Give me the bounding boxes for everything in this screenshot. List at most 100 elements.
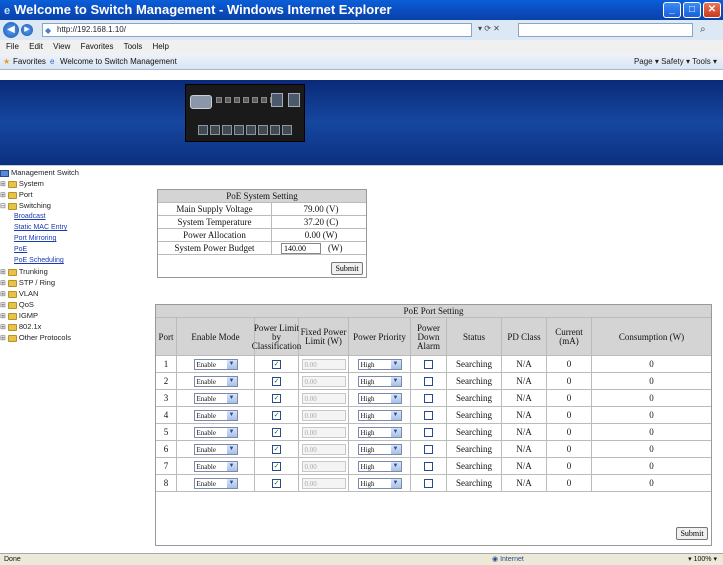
back-button[interactable]: ◀	[3, 22, 19, 38]
power-priority-select[interactable]: High ▼	[357, 477, 402, 489]
power-down-alarm-checkbox[interactable]	[424, 478, 433, 488]
header-consumption: Consumption (W)	[618, 331, 685, 342]
power-down-alarm-checkbox[interactable]	[424, 393, 433, 403]
table-cell: 0	[547, 390, 592, 406]
enable-mode-select[interactable]: Enable ▼	[193, 426, 238, 438]
folder-icon	[7, 191, 17, 199]
browser-tab[interactable]: e Welcome to Switch Management	[48, 54, 177, 70]
power-limit-classification-checkbox[interactable]: ✓	[272, 461, 281, 471]
port-number: 1	[163, 359, 169, 369]
port-status: Searching	[456, 410, 492, 420]
enable-mode-select[interactable]: Enable ▼	[193, 392, 238, 404]
minimize-button[interactable]: _	[663, 2, 681, 18]
close-button[interactable]: ✕	[703, 2, 721, 18]
chevron-down-icon: ▼	[226, 444, 237, 454]
tree-root[interactable]: Management Switch	[0, 167, 79, 178]
favorites-star-icon[interactable]: ★	[3, 54, 10, 70]
system-power-budget-input[interactable]	[281, 243, 321, 254]
search-icon[interactable]: ⌕	[700, 24, 706, 35]
sidebar-link-poe-scheduling[interactable]: PoE Scheduling	[14, 255, 64, 266]
header-power-limit-classification: Power Limit by Classification	[252, 318, 301, 356]
power-allocation-value: 0.00 (W)	[304, 230, 338, 240]
sidebar-item-qos[interactable]: ⊞ QoS	[0, 299, 34, 310]
table-cell: Searching	[447, 475, 502, 491]
power-down-alarm-checkbox[interactable]	[424, 359, 433, 369]
sidebar-item-switching[interactable]: ⊟ Switching	[0, 200, 51, 211]
poe-system-submit-button[interactable]: Submit	[331, 262, 363, 275]
sidebar-link-broadcast[interactable]: Broadcast	[14, 211, 46, 222]
enable-mode-select[interactable]: Enable ▼	[193, 443, 238, 455]
power-limit-classification-checkbox[interactable]: ✓	[272, 393, 281, 403]
sidebar-item-vlan[interactable]: ⊞ VLAN	[0, 288, 38, 299]
sidebar-item-igmp[interactable]: ⊞ IGMP	[0, 310, 38, 321]
fixed-power-limit-input: 0.00	[301, 477, 346, 489]
enable-mode-select[interactable]: Enable ▼	[193, 409, 238, 421]
refresh-stop-icons[interactable]: ▾ ⟳ ✕	[478, 24, 500, 33]
table-cell: ✓	[255, 356, 299, 372]
sidebar-item-trunking[interactable]: ⊞ Trunking	[0, 266, 48, 277]
menu-favorites[interactable]: Favorites	[81, 42, 114, 51]
sidebar-item-other-protocols[interactable]: ⊞ Other Protocols	[0, 332, 71, 343]
sidebar-item-port[interactable]: ⊞ Port	[0, 189, 33, 200]
power-down-alarm-checkbox[interactable]	[424, 444, 433, 454]
chevron-down-icon: ▼	[226, 359, 237, 369]
enable-mode-select[interactable]: Enable ▼	[193, 375, 238, 387]
table-cell: Enable ▼	[177, 356, 255, 372]
power-priority-select[interactable]: High ▼	[357, 409, 402, 421]
power-limit-classification-checkbox[interactable]: ✓	[272, 427, 281, 437]
power-limit-classification-checkbox[interactable]: ✓	[272, 478, 281, 488]
power-priority-select[interactable]: High ▼	[357, 392, 402, 404]
enable-mode-select[interactable]: Enable ▼	[193, 358, 238, 370]
sidebar-link-static-mac[interactable]: Static MAC Entry	[14, 222, 67, 233]
enable-mode-select[interactable]: Enable ▼	[193, 477, 238, 489]
table-cell: Enable ▼	[177, 373, 255, 389]
port-status: Searching	[456, 393, 492, 403]
poe-port-submit-button[interactable]: Submit	[676, 527, 708, 540]
power-priority-select[interactable]: High ▼	[357, 460, 402, 472]
menu-tools[interactable]: Tools	[124, 42, 143, 51]
power-limit-classification-checkbox[interactable]: ✓	[272, 359, 281, 369]
power-priority-select[interactable]: High ▼	[357, 358, 402, 370]
maximize-button[interactable]: □	[683, 2, 701, 18]
power-down-alarm-checkbox[interactable]	[424, 376, 433, 386]
port-number: 4	[163, 410, 169, 420]
page-icon: ◆	[45, 26, 52, 35]
enable-mode-select[interactable]: Enable ▼	[193, 460, 238, 472]
system-power-budget-label: System Power Budget	[158, 242, 272, 254]
sidebar-item-stp-ring[interactable]: ⊞ STP / Ring	[0, 277, 55, 288]
power-priority-select[interactable]: High ▼	[357, 375, 402, 387]
table-cell: N/A	[502, 390, 547, 406]
power-limit-classification-checkbox[interactable]: ✓	[272, 444, 281, 454]
power-down-alarm-checkbox[interactable]	[424, 461, 433, 471]
sidebar-item-8021x[interactable]: ⊞ 802.1x	[0, 321, 41, 332]
internet-zone: ◉ Internet	[492, 556, 524, 563]
table-row: 2 Enable ▼ ✓ 0.00 High ▼ Searching N/A 0 0	[156, 372, 711, 389]
switch-device-image	[185, 84, 305, 142]
zoom-level[interactable]: ▾ 100% ▾	[688, 554, 717, 565]
power-down-alarm-checkbox[interactable]	[424, 410, 433, 420]
favorites-label[interactable]: Favorites	[13, 54, 46, 70]
sidebar-link-port-mirroring[interactable]: Port Mirroring	[14, 233, 56, 244]
power-limit-classification-checkbox[interactable]: ✓	[272, 410, 281, 420]
table-cell: 0	[547, 407, 592, 423]
power-limit-classification-checkbox[interactable]: ✓	[272, 376, 281, 386]
menu-file[interactable]: File	[6, 42, 19, 51]
forward-button[interactable]: ▶	[21, 24, 33, 36]
fixed-power-limit-input: 0.00	[301, 460, 346, 472]
table-cell: 0.00	[299, 458, 349, 474]
menu-edit[interactable]: Edit	[29, 42, 43, 51]
url-input[interactable]: ◆ http://192.168.1.10/	[42, 23, 472, 37]
chevron-down-icon: ▼	[390, 444, 401, 454]
current-value: 0	[566, 444, 572, 454]
menu-view[interactable]: View	[53, 42, 70, 51]
current-value: 0	[566, 461, 572, 471]
sidebar-item-system[interactable]: ⊞ System	[0, 178, 44, 189]
power-down-alarm-checkbox[interactable]	[424, 427, 433, 437]
menu-help[interactable]: Help	[153, 42, 169, 51]
sidebar-link-poe[interactable]: PoE	[14, 244, 27, 255]
power-priority-select[interactable]: High ▼	[357, 426, 402, 438]
folder-icon	[7, 279, 17, 287]
power-priority-select[interactable]: High ▼	[357, 443, 402, 455]
search-input[interactable]	[518, 23, 693, 37]
command-bar-tools[interactable]: Page ▾ Safety ▾ Tools ▾	[634, 54, 717, 70]
